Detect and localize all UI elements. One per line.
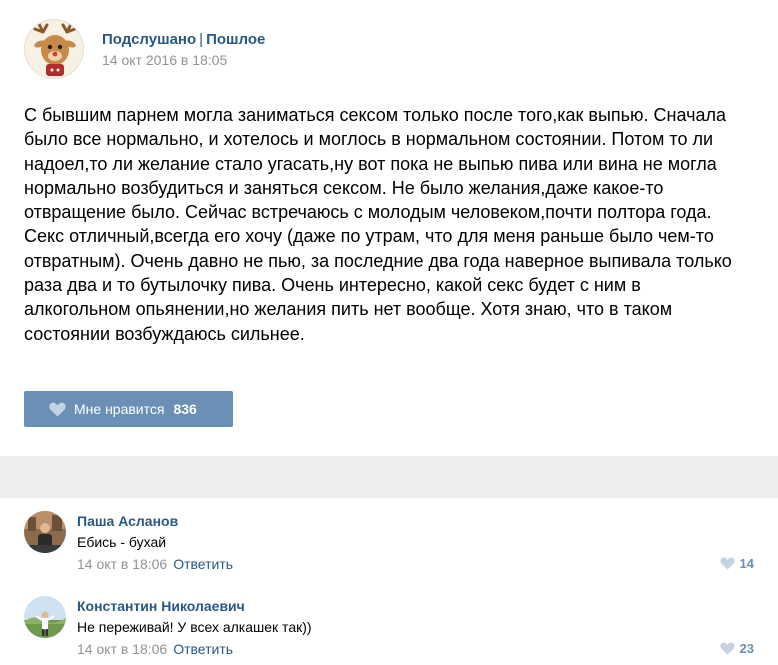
commenter-avatar[interactable] [24, 596, 66, 638]
post-text: С бывшим парнем могла заниматься сексом … [24, 105, 732, 344]
heart-icon [719, 557, 735, 570]
comment-item: Константин Николаевич Не переживай! У вс… [0, 583, 778, 665]
person-photo-icon [24, 596, 66, 638]
author-separator: | [199, 31, 204, 48]
post-date[interactable]: 14 окт 2016 в 18:05 [102, 52, 227, 68]
commenter-name[interactable]: Паша Асланов [77, 513, 178, 529]
community-name-link[interactable]: Подслушано [102, 31, 196, 48]
post-author: Подслушано | Пошлое [102, 31, 265, 48]
comment-meta: 14 окт в 18:06 Ответить [77, 641, 233, 657]
comment-date[interactable]: 14 окт в 18:06 [77, 641, 167, 657]
like-label: Мне нравится [74, 401, 165, 417]
heart-icon [719, 642, 735, 655]
like-button[interactable]: Мне нравится 836 [24, 391, 233, 427]
comment-like-button[interactable]: 23 [719, 641, 754, 656]
commenter-avatar[interactable] [24, 511, 66, 553]
comment-item: Паша Асланов Ебись - бухай 14 окт в 18:0… [0, 498, 778, 580]
section-gap [0, 456, 778, 498]
heart-icon [49, 402, 66, 417]
comment-text: Не переживай! У всех алкашек так)) [77, 619, 312, 635]
comment-like-button[interactable]: 14 [719, 556, 754, 571]
post-card: Подслушано | Пошлое 14 окт 2016 в 18:05 С … [0, 0, 778, 456]
reply-button[interactable]: Ответить [173, 556, 233, 572]
comment-like-count: 23 [739, 641, 754, 656]
reply-button[interactable]: Ответить [173, 641, 233, 657]
community-category-link[interactable]: Пошлое [206, 31, 265, 48]
comment-text: Ебись - бухай [77, 534, 167, 550]
comment-like-count: 14 [739, 556, 754, 571]
community-avatar[interactable] [24, 19, 84, 79]
like-count: 836 [173, 401, 197, 417]
comment-date[interactable]: 14 окт в 18:06 [77, 556, 167, 572]
comment-meta: 14 окт в 18:06 Ответить [77, 556, 233, 572]
commenter-name[interactable]: Константин Николаевич [77, 598, 245, 614]
person-photo-icon [24, 511, 66, 553]
deer-avatar-icon [25, 20, 83, 78]
